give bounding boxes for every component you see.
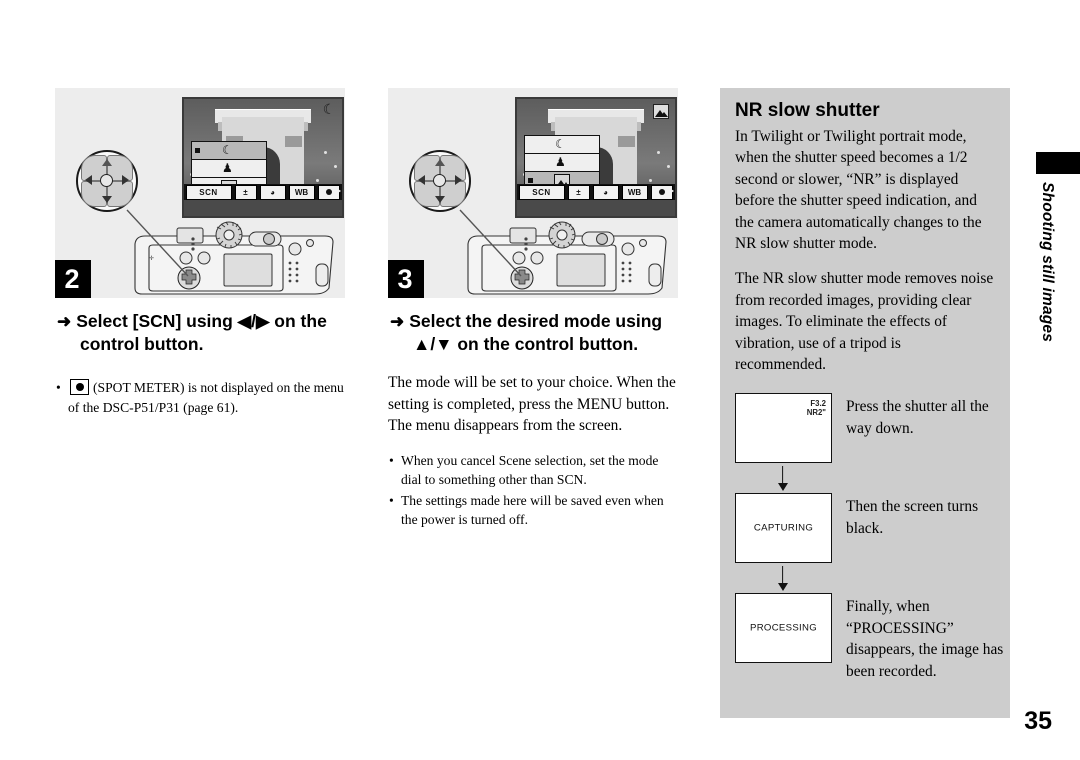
step-3-illustration-panel: ☾ ♟ SCN ± ◕ WB 3 (388, 88, 678, 298)
nr-shutter-value: NR2" (806, 408, 826, 418)
scene-option-twilight[interactable]: ☾ (525, 136, 599, 154)
scene-option-twilight-portrait[interactable]: ♟ (192, 160, 266, 178)
menu-item-ev[interactable]: ± (567, 184, 590, 200)
step-2-notes: (SPOT METER) is not displayed on the men… (55, 378, 345, 417)
step-2-heading: ➜ Select [SCN] using ◀/▶ on the control b… (55, 310, 345, 356)
nr-slow-shutter-flowchart: F3.2 NR2" Press the shutter all the way … (735, 393, 1010, 682)
scene-option-twilight[interactable]: ☾ (192, 142, 266, 160)
note-spot-meter-text: (SPOT METER) is not displayed on the men… (68, 380, 344, 415)
step-3-heading-line2: ▲/▼ on the control button. (413, 334, 639, 354)
section-tab-marker (1036, 152, 1080, 174)
flow-step-2: CAPTURING Then the screen turns black. (735, 493, 1010, 564)
menu-item-scn[interactable]: SCN (185, 184, 232, 200)
manual-page: ✛ ☾ ☾ ♟ SCN ± ◕ WB 2 ➜ Select [SCN] usin… (0, 0, 1080, 760)
processing-label: PROCESSING (750, 622, 817, 634)
step-column-2: ✛ ☾ ☾ ♟ SCN ± ◕ WB 2 ➜ Select [SCN] usin… (55, 88, 345, 417)
scene-option-twilight-portrait[interactable]: ♟ (525, 154, 599, 172)
scene-selection-list-step-3[interactable]: ☾ ♟ (524, 135, 600, 190)
arrow-down-icon (735, 463, 830, 493)
step-3-heading-line1: Select the desired mode using (409, 311, 663, 331)
flow-caption-1: Press the shutter all the way down. (846, 398, 989, 437)
sidebar-paragraph-1: In Twilight or Twilight portrait mode, w… (735, 128, 982, 253)
menu-item-picture-effect[interactable]: ◕ (259, 184, 286, 200)
flow-screen-capturing: CAPTURING (735, 493, 832, 564)
flow-caption-3: Finally, when “PROCESSING” disappears, t… (846, 598, 1004, 680)
spot-meter-icon (70, 379, 89, 395)
menu-item-ev[interactable]: ± (234, 184, 257, 200)
step-2-heading-line1: Select [SCN] using ◀/▶ on the (76, 311, 327, 331)
flow-caption-2: Then the screen turns black. (846, 498, 979, 537)
step-3-body-text: The mode will be set to your choice. Whe… (388, 374, 676, 434)
nr-slow-shutter-panel: NR slow shutter In Twilight or Twilight … (720, 88, 1010, 718)
flow-screen-shutter: F3.2 NR2" (735, 393, 832, 464)
step-2-illustration-panel: ✛ ☾ ☾ ♟ SCN ± ◕ WB 2 (55, 88, 345, 298)
selection-marker (195, 148, 200, 153)
lcd-menu-bar-step-3[interactable]: SCN ± ◕ WB (517, 184, 675, 200)
note-item: When you cancel Scene selection, set the… (388, 451, 678, 489)
menu-item-scn[interactable]: SCN (518, 184, 565, 200)
menu-item-picture-effect[interactable]: ◕ (592, 184, 619, 200)
chevron-right-icon (335, 187, 341, 195)
flow-step-3: PROCESSING Finally, when “PROCESSING” di… (735, 593, 1010, 682)
lcd-osd-readout: F3.2 NR2" (807, 400, 826, 418)
lcd-menu-bar-step-2[interactable]: SCN ± ◕ WB (184, 184, 342, 200)
page-number: 35 (1024, 707, 1052, 735)
note-spot-meter: (SPOT METER) is not displayed on the men… (55, 378, 345, 417)
menu-item-wb[interactable]: WB (288, 184, 315, 200)
capturing-label: CAPTURING (753, 522, 814, 534)
step-2-heading-line2: control button. (80, 334, 204, 354)
flow-step-1: F3.2 NR2" Press the shutter all the way … (735, 393, 1010, 464)
step-badge-3: 3 (388, 260, 424, 298)
sidebar-title: NR slow shutter (735, 100, 880, 121)
step-column-3: ☾ ♟ SCN ± ◕ WB 3 ➜ Select the desired mo… (388, 88, 678, 531)
arrow-down-icon (735, 563, 830, 593)
portrait-moon-icon: ♟ (555, 155, 566, 169)
moon-icon: ☾ (555, 137, 566, 151)
sidebar-paragraph-2: The NR slow shutter mode removes noise f… (735, 270, 994, 374)
landscape-icon (653, 104, 669, 119)
chevron-right-icon (668, 187, 674, 195)
section-tab-label: Shooting still images (1039, 182, 1056, 343)
step-badge-2: 2 (55, 260, 91, 298)
step-3-heading: ➜ Select the desired mode using ▲/▼ on th… (388, 310, 678, 356)
step-3-notes: When you cancel Scene selection, set the… (388, 451, 678, 529)
arrow-right-icon: ➜ (390, 312, 405, 331)
note-item: The settings made here will be saved eve… (388, 491, 678, 529)
menu-item-wb[interactable]: WB (621, 184, 648, 200)
moon-icon: ☾ (322, 103, 336, 118)
selection-marker (528, 178, 533, 183)
flow-screen-processing: PROCESSING (735, 593, 832, 664)
portrait-moon-icon: ♟ (222, 161, 233, 175)
arrow-right-icon: ➜ (57, 312, 72, 331)
moon-icon: ☾ (222, 143, 233, 157)
